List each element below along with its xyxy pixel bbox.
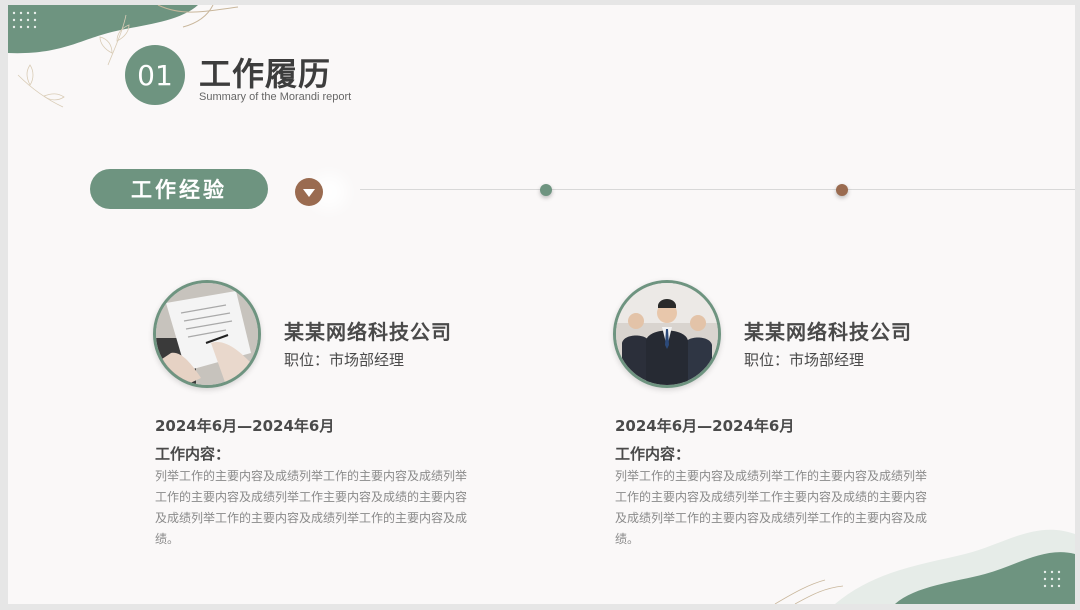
company-name: 某某网络科技公司 — [744, 320, 912, 344]
page-subtitle: Summary of the Morandi report — [199, 91, 352, 103]
work-content-text: 列举工作的主要内容及成绩列举工作的主要内容及成绩列举工作的主要内容及成绩列举工作… — [155, 469, 468, 546]
page-title: 工作履历 — [199, 55, 332, 93]
timeline-line — [360, 189, 1075, 190]
document-signing-photo — [153, 280, 261, 388]
company-name: 某某网络科技公司 — [284, 320, 452, 344]
slide: 01 工作履历 Summary of the Morandi report 工作… — [8, 5, 1075, 604]
job-position: 职位：市场部经理 — [284, 351, 405, 369]
experience-card: 某某网络科技公司 职位：市场部经理 2024年6月—2024年6月 工作内容： … — [153, 280, 493, 560]
dropdown-arrow-icon — [295, 178, 323, 206]
work-date-range: 2024年6月—2024年6月 — [155, 417, 335, 435]
timeline-dot-green — [540, 184, 552, 196]
section-number-badge: 01 — [125, 45, 185, 105]
work-content-label: 工作内容： — [155, 445, 231, 463]
job-position: 职位：市场部经理 — [744, 351, 865, 369]
work-date-range: 2024年6月—2024年6月 — [615, 417, 795, 435]
work-content-text: 列举工作的主要内容及成绩列举工作的主要内容及成绩列举工作的主要内容及成绩列举工作… — [615, 469, 928, 546]
experience-card: 某某网络科技公司 职位：市场部经理 2024年6月—2024年6月 工作内容： … — [613, 280, 953, 560]
business-team-photo — [613, 280, 721, 388]
work-content-label: 工作内容： — [615, 445, 691, 463]
timeline-dot-brown — [836, 184, 848, 196]
section-label-pill: 工作经验 — [90, 169, 268, 209]
